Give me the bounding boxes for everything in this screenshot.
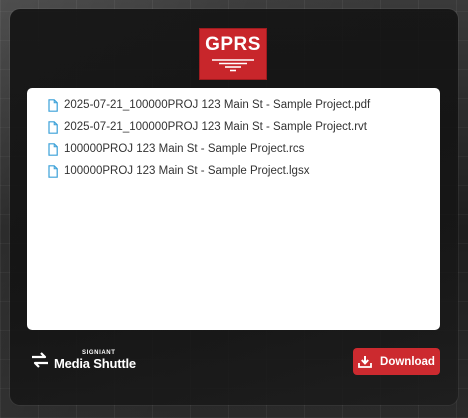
transfer-arrows-icon: [32, 352, 48, 368]
media-shuttle-brand: SIGNIANT Media Shuttle: [30, 350, 136, 370]
file-item[interactable]: 100000PROJ 123 Main St - Sample Project.…: [48, 138, 440, 160]
file-item[interactable]: 100000PROJ 123 Main St - Sample Project.…: [48, 160, 440, 182]
download-label: Download: [380, 355, 435, 368]
file-item[interactable]: 2025-07-21_100000PROJ 123 Main St - Samp…: [48, 116, 440, 138]
gprs-logo: GPRS: [199, 28, 267, 80]
document-icon: [48, 98, 58, 112]
file-name: 2025-07-21_100000PROJ 123 Main St - Samp…: [64, 99, 371, 111]
file-name: 2025-07-21_100000PROJ 123 Main St - Samp…: [64, 121, 367, 133]
download-icon: [358, 356, 372, 368]
logo-text: GPRS: [205, 34, 261, 55]
file-item[interactable]: 2025-07-21_100000PROJ 123 Main St - Samp…: [48, 94, 440, 116]
document-icon: [48, 142, 58, 156]
file-list: 2025-07-21_100000PROJ 123 Main St - Samp…: [27, 88, 440, 330]
download-button[interactable]: Download: [353, 348, 440, 375]
document-icon: [48, 164, 58, 178]
file-name: 100000PROJ 123 Main St - Sample Project.…: [64, 165, 310, 177]
logo-chevron-mark: [212, 59, 254, 72]
document-icon: [48, 120, 58, 134]
file-name: 100000PROJ 123 Main St - Sample Project.…: [64, 143, 305, 155]
brand-product: Media Shuttle: [54, 356, 136, 371]
